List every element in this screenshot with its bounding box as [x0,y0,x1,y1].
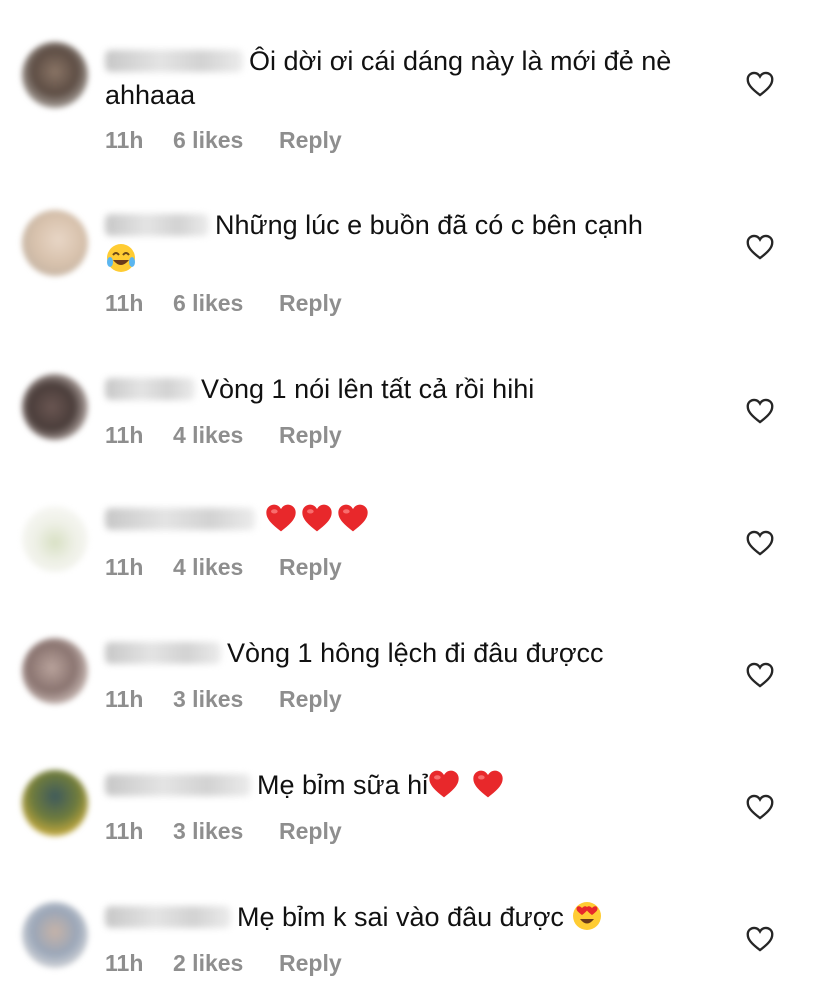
username[interactable] [105,642,221,664]
comment-meta: 11h 6 likes Reply [105,290,342,317]
timestamp: 11h [105,818,144,844]
avatar[interactable] [22,770,88,836]
comment-text: Mẹ bỉm k sai vào đâu được [105,900,715,934]
comment-body: Vòng 1 nói lên tất cả rồi hihi [201,374,535,404]
heart-icon[interactable] [746,662,774,688]
comment-meta: 11h 3 likes Reply [105,818,342,845]
username[interactable] [105,508,255,530]
heart-icon[interactable] [746,398,774,424]
username[interactable] [105,214,209,236]
like-count[interactable]: 2 likes [173,950,279,977]
comment-meta: 11h 4 likes Reply [105,554,342,581]
comment-text: Ôi dời ơi cái dáng này là mới đẻ nè ahha… [105,44,715,112]
like-count[interactable]: 3 likes [173,686,279,713]
red-heart-emoji [429,770,459,798]
reply-button[interactable]: Reply [279,818,342,845]
username[interactable] [105,50,243,72]
red-heart-emoji [338,504,368,532]
heart-icon[interactable] [746,926,774,952]
reply-button[interactable]: Reply [279,127,342,154]
reply-button[interactable]: Reply [279,554,342,581]
reply-button[interactable]: Reply [279,422,342,449]
like-count[interactable]: 4 likes [173,422,279,449]
timestamp: 11h [105,127,144,153]
avatar[interactable] [22,210,88,276]
like-count[interactable]: 3 likes [173,818,279,845]
comment-meta: 11h 3 likes Reply [105,686,342,713]
heart-icon[interactable] [746,530,774,556]
comment-body: Vòng 1 hông lệch đi đâu đượcc [227,638,604,668]
tears-of-joy-emoji [107,244,135,272]
reply-button[interactable]: Reply [279,950,342,977]
comment-body: Những lúc e buồn đã có c bên cạnh [215,210,643,240]
heart-icon[interactable] [746,234,774,260]
comment-body: Mẹ bỉm k sai vào đâu được [237,902,564,932]
red-heart-emoji [266,504,296,532]
avatar[interactable] [22,506,88,572]
comment-meta: 11h 2 likes Reply [105,950,342,977]
timestamp: 11h [105,554,144,580]
avatar[interactable] [22,902,88,968]
username[interactable] [105,906,231,928]
comment-meta: 11h 4 likes Reply [105,422,342,449]
like-count[interactable]: 4 likes [173,554,279,581]
comment-text: Vòng 1 hông lệch đi đâu đượcc [105,636,715,670]
red-heart-emoji [472,770,503,798]
reply-button[interactable]: Reply [279,290,342,317]
comment-text [105,502,715,536]
comment-text: Vòng 1 nói lên tất cả rồi hihi [105,372,715,406]
red-heart-emoji [302,504,332,532]
heart-icon[interactable] [746,71,774,97]
timestamp: 11h [105,686,144,712]
comment-meta: 11h 6 likes Reply [105,127,342,154]
like-count[interactable]: 6 likes [173,127,279,154]
avatar[interactable] [22,374,88,440]
avatar[interactable] [22,42,88,108]
username[interactable] [105,774,251,796]
comment-text: Những lúc e buồn đã có c bên cạnh [105,208,715,276]
heart-icon[interactable] [746,794,774,820]
timestamp: 11h [105,950,144,976]
timestamp: 11h [105,290,144,316]
comment-text: Mẹ bỉm sữa hỉ [105,768,715,802]
timestamp: 11h [105,422,144,448]
like-count[interactable]: 6 likes [173,290,279,317]
heart-eyes-emoji [573,902,602,930]
username[interactable] [105,378,195,400]
avatar[interactable] [22,638,88,704]
reply-button[interactable]: Reply [279,686,342,713]
comment-body: Mẹ bỉm sữa hỉ [257,770,429,800]
